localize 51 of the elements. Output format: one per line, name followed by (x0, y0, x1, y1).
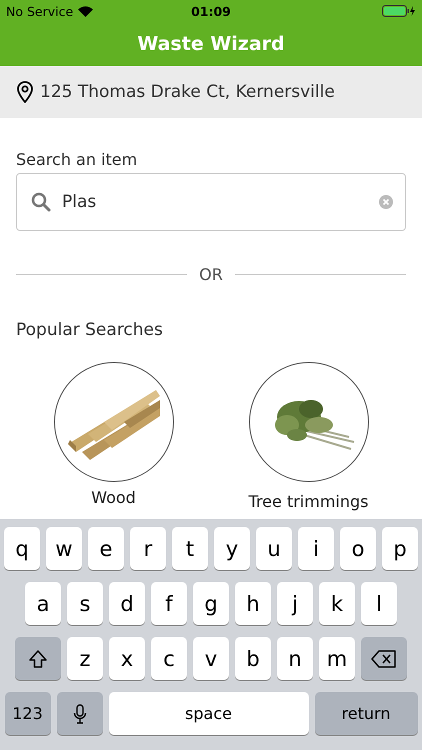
carrier-text: No Service (6, 4, 74, 18)
battery-icon (382, 5, 416, 17)
section-title: Popular Searches (16, 320, 164, 340)
backspace-icon (371, 650, 397, 668)
keyboard-key[interactable]: f (151, 582, 187, 625)
app-title: Waste Wizard (136, 32, 286, 57)
or-text: OR (199, 265, 223, 284)
wifi-icon (78, 6, 94, 16)
return-key[interactable]: return (314, 692, 418, 735)
shift-key[interactable] (15, 637, 61, 680)
keyboard-key[interactable]: m (319, 637, 355, 680)
keyboard-key[interactable]: w (46, 527, 82, 570)
keyboard-key[interactable]: b (235, 637, 271, 680)
numbers-key[interactable]: 123 (4, 692, 50, 735)
search-icon (31, 192, 51, 212)
keyboard-key[interactable]: l (361, 582, 397, 625)
space-key[interactable]: space (108, 692, 308, 735)
keyboard-key[interactable]: r (130, 527, 166, 570)
keyboard-key[interactable]: y (214, 527, 250, 570)
address-text: 125 Thomas Drake Ct, Kernersville (40, 82, 335, 102)
keyboard-key[interactable]: t (172, 527, 208, 570)
keyboard-key[interactable]: d (109, 582, 145, 625)
popular-item-circle[interactable] (248, 362, 368, 482)
keyboard-key[interactable]: o (340, 527, 376, 570)
keyboard-key[interactable]: k (319, 582, 355, 625)
keyboard-key[interactable]: c (151, 637, 187, 680)
microphone-icon (72, 704, 86, 724)
search-field[interactable]: Plas (16, 173, 406, 231)
keyboard-key[interactable]: x (109, 637, 145, 680)
keyboard-key[interactable]: i (298, 527, 334, 570)
keyboard-key[interactable]: z (67, 637, 103, 680)
keyboard-key[interactable]: s (67, 582, 103, 625)
keyboard-key[interactable]: h (235, 582, 271, 625)
item-label: Wood (91, 488, 136, 507)
keyboard-key[interactable]: j (277, 582, 313, 625)
backspace-key[interactable] (361, 637, 407, 680)
microphone-key[interactable] (56, 692, 102, 735)
keyboard-key[interactable]: a (25, 582, 61, 625)
keyboard-key[interactable]: p (382, 527, 418, 570)
status-time: 01:09 (191, 4, 231, 18)
item-label: Tree trimmings (248, 492, 368, 511)
keyboard-key[interactable]: v (193, 637, 229, 680)
keyboard-key[interactable]: e (88, 527, 124, 570)
popular-item-circle[interactable] (54, 362, 174, 482)
keyboard-key[interactable]: n (277, 637, 313, 680)
keyboard-key[interactable]: u (256, 527, 292, 570)
shift-icon (28, 648, 48, 668)
location-pin-icon (16, 81, 34, 103)
search-label: Search an item (16, 150, 138, 169)
keyboard-key[interactable]: g (193, 582, 229, 625)
keyboard-key[interactable]: q (4, 527, 40, 570)
